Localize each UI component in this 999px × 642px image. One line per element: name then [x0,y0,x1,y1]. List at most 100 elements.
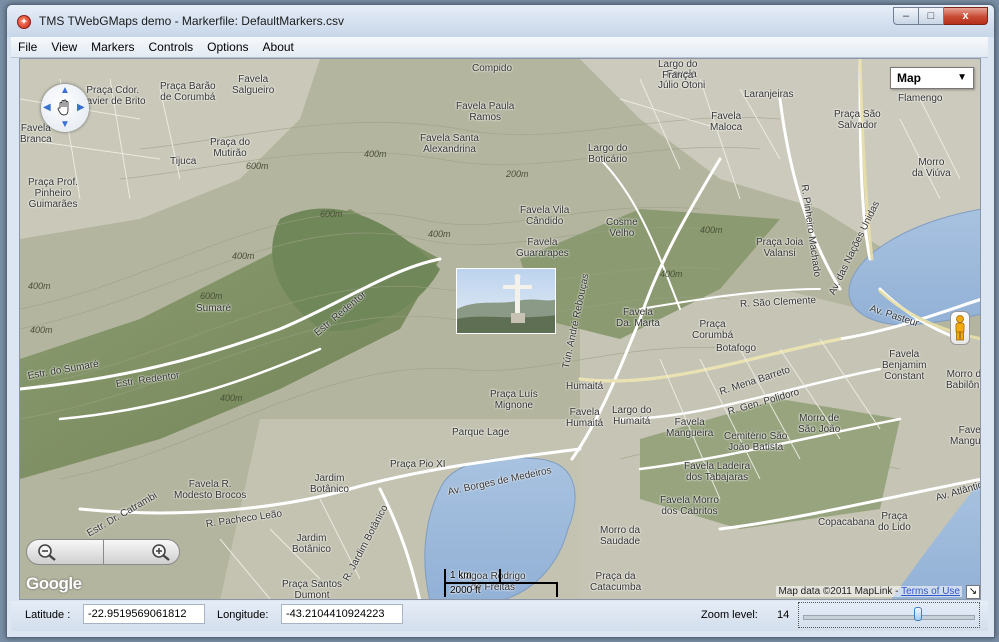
place-label: Largo do Humaitá [612,405,652,427]
status-bar: Latitude : -22.9519569061812 Longitude: … [11,601,988,631]
zoom-level-value: 14 [777,609,790,621]
christ-statue-icon [457,269,555,333]
contour-label: 600m [246,161,269,171]
minimize-button[interactable]: – [893,7,919,25]
longitude-label: Longitude: [217,609,269,621]
place-label: Humaitá [566,381,604,392]
pan-left-icon[interactable]: ◀ [43,103,51,113]
pan-control[interactable]: ▲ ▼ ◀ ▶ [41,84,89,132]
place-label: Praça Joia Valansi [756,237,804,259]
place-label: Praça Luís Mignone [490,389,538,411]
zoom-out-icon[interactable] [37,543,57,561]
place-label: Sumaré [196,303,232,314]
place-label: Tijuca [170,156,197,167]
place-label: Cemitério São João Batista [724,431,788,453]
menu-about[interactable]: About [256,37,301,57]
place-label: Favela Humaitá [566,407,604,429]
map-type-select[interactable]: Map ▼ [890,67,974,89]
street-view-pegman[interactable] [950,311,970,345]
place-label: Morro de São João [798,413,841,435]
place-label: Favela Guararapes [516,237,569,259]
maximize-button[interactable]: □ [919,7,944,25]
place-label: Praça Barão de Corumbá [160,81,216,103]
place-label: Praça Pio XI [390,459,446,470]
place-label: Praça da Catacumba [590,571,642,593]
contour-label: 400m [428,229,451,239]
place-label: Jardim Botânico [292,533,331,555]
place-label: Favela Vila Cândido [520,205,570,227]
chevron-down-icon: ▼ [957,72,967,83]
place-label: Morro de Babilônia [946,369,981,391]
place-label: Favela R. Modesto Brocos [174,479,247,501]
scale-km-label: 1 km [450,570,472,581]
contour-label: 400m [28,281,51,291]
place-label: Praça do Mutirão [210,137,251,159]
contour-label: 400m [232,251,255,261]
latitude-label: Latitude : [25,609,71,621]
zoom-divider [103,540,104,564]
app-icon[interactable]: ✦ [17,15,31,29]
map-corner-icon[interactable]: ↘ [966,585,980,599]
contour-label: 400m [660,269,683,279]
place-label: Favela Ladeira dos Tabajaras [684,461,751,483]
place-label: Praça Santos Dumont [282,579,343,600]
zoom-slider-thumb[interactable] [913,607,922,621]
place-label: Praça do Lido [878,511,911,533]
pan-up-icon[interactable]: ▲ [60,86,70,96]
google-logo[interactable]: Google [26,574,82,594]
app-window: ✦ TMS TWebGMaps demo - Markerfile: Defau… [6,4,995,638]
place-label: Largo do Boticário [588,143,628,165]
place-label: Favela Santa Alexandrina [420,133,479,155]
place-label: Flamengo [898,93,943,104]
menu-bar: File View Markers Controls Options About [11,37,988,58]
place-label: Favela Paula Ramos [456,101,515,123]
place-label: Favela Mangueira [666,417,714,439]
scale-bar: 1 km 2000 ft [444,569,558,597]
map-view[interactable]: Praça Cdor. Xavier de Brito Praça Barão … [19,58,981,600]
marker-photo[interactable] [456,268,556,334]
contour-label: 400m [364,149,387,159]
zoom-level-slider[interactable] [798,602,980,628]
place-label: Copacabana [818,517,875,528]
contour-label: 600m [200,291,223,301]
map-type-value: Map [897,71,921,85]
map-copyright: Map data ©2011 MapLink - Terms of Use [776,586,962,597]
place-label: Favela Da. Marta [616,307,660,329]
copyright-text: Map data ©2011 MapLink - [778,586,902,597]
window-controls: – □ x [893,7,988,27]
menu-view[interactable]: View [44,37,84,57]
place-label: Morro da Saudade [600,525,641,547]
title-bar[interactable]: ✦ TMS TWebGMaps demo - Markerfile: Defau… [7,5,994,37]
place-label: Praça Prof. Pinheiro Guimarães [28,177,79,210]
zoom-level-label: Zoom level: [701,609,758,621]
place-label: Praça Cdor. Xavier de Brito [80,85,146,107]
contour-label: 400m [700,225,723,235]
zoom-in-icon[interactable] [151,543,171,561]
contour-label: 400m [220,393,243,403]
contour-label: 400m [30,325,53,335]
window-title: TMS TWebGMaps demo - Markerfile: Default… [39,14,344,28]
place-label: Largo do França [658,59,698,81]
place-label: Cosme Velho [606,217,638,239]
contour-label: 200m [506,169,529,179]
place-label: Praça São Salvador [834,109,881,131]
terms-of-use-link[interactable]: Terms of Use [901,586,960,597]
contour-label: 600m [320,209,343,219]
place-label: Laranjeiras [744,89,794,100]
close-button[interactable]: x [944,7,988,25]
pan-right-icon[interactable]: ▶ [77,103,85,113]
place-label: Favela Mangueira [950,425,981,447]
menu-markers[interactable]: Markers [84,37,141,57]
place-label: Morro da Viúva [912,157,951,179]
menu-options[interactable]: Options [200,37,255,57]
place-label: Botafogo [716,343,757,354]
pegman-icon [955,315,965,341]
place-label: Parque Lage [452,427,510,438]
latitude-field[interactable]: -22.9519569061812 [83,604,205,624]
place-label: Favela Benjamim Constant [882,349,927,382]
longitude-field[interactable]: -43.2104410924223 [281,604,403,624]
menu-controls[interactable]: Controls [141,37,200,57]
zoom-slider-track[interactable] [803,615,975,620]
menu-file[interactable]: File [11,37,44,57]
pan-down-icon[interactable]: ▼ [60,120,70,130]
